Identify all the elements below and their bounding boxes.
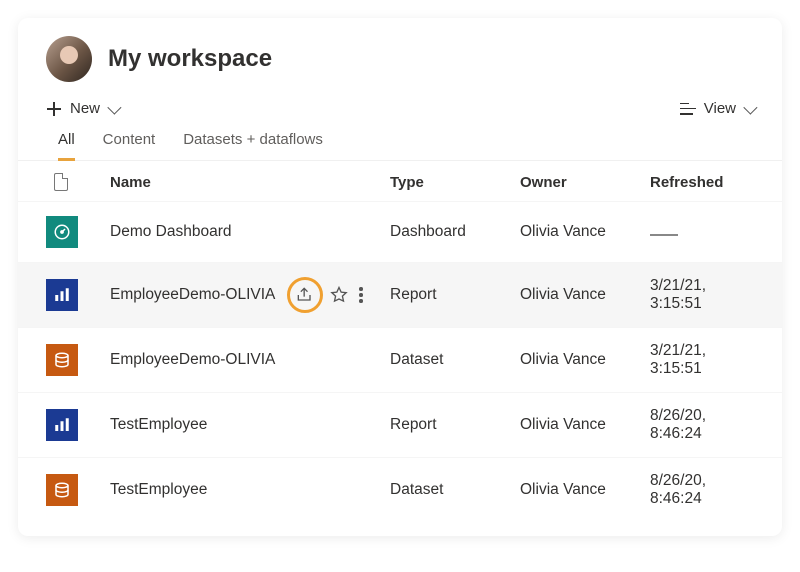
file-icon bbox=[54, 173, 68, 191]
report-icon bbox=[46, 409, 78, 441]
item-type: Dataset bbox=[390, 351, 520, 369]
table-row[interactable]: TestEmployee DatasetOlivia Vance8/26/20, … bbox=[18, 457, 782, 522]
item-owner: Olivia Vance bbox=[520, 351, 650, 369]
chevron-down-icon bbox=[743, 100, 757, 114]
tab-content[interactable]: Content bbox=[103, 131, 156, 160]
item-name[interactable]: EmployeeDemo-OLIVIA bbox=[110, 351, 275, 369]
item-refreshed: 3/21/21, 3:15:51 bbox=[650, 277, 754, 313]
table-row[interactable]: EmployeeDemo-OLIVIA ReportOlivia Vance3/2… bbox=[18, 262, 782, 327]
item-owner: Olivia Vance bbox=[520, 223, 650, 241]
item-type: Report bbox=[390, 416, 520, 434]
item-owner: Olivia Vance bbox=[520, 481, 650, 499]
table-row[interactable]: Demo Dashboard DashboardOlivia Vance bbox=[18, 201, 782, 262]
col-name[interactable]: Name bbox=[110, 174, 390, 191]
item-owner: Olivia Vance bbox=[520, 416, 650, 434]
report-icon bbox=[46, 279, 78, 311]
dataset-icon bbox=[46, 474, 78, 506]
item-type: Report bbox=[390, 286, 520, 304]
table-row[interactable]: EmployeeDemo-OLIVIA DatasetOlivia Vance3/… bbox=[18, 327, 782, 392]
share-button[interactable] bbox=[287, 277, 323, 313]
item-name[interactable]: TestEmployee bbox=[110, 481, 207, 499]
new-button[interactable]: New bbox=[46, 100, 118, 117]
view-button-label: View bbox=[704, 100, 736, 117]
item-type: Dashboard bbox=[390, 223, 520, 241]
new-button-label: New bbox=[70, 100, 100, 117]
dataset-icon bbox=[46, 344, 78, 376]
item-refreshed: 8/26/20, 8:46:24 bbox=[650, 407, 754, 443]
chevron-down-icon bbox=[107, 100, 121, 114]
item-refreshed bbox=[650, 223, 754, 241]
table-row[interactable]: TestEmployee ReportOlivia Vance8/26/20, 8… bbox=[18, 392, 782, 457]
favorite-button[interactable] bbox=[329, 285, 349, 305]
page-title: My workspace bbox=[108, 45, 272, 73]
item-name[interactable]: EmployeeDemo-OLIVIA bbox=[110, 286, 275, 304]
avatar[interactable] bbox=[46, 36, 92, 82]
tabs: All Content Datasets + dataflows bbox=[18, 117, 782, 161]
item-refreshed: 3/21/21, 3:15:51 bbox=[650, 342, 754, 378]
col-owner[interactable]: Owner bbox=[520, 174, 650, 191]
view-icon bbox=[680, 103, 696, 115]
col-refreshed[interactable]: Refreshed bbox=[650, 174, 754, 191]
table-header: Name Type Owner Refreshed bbox=[18, 161, 782, 201]
item-name[interactable]: TestEmployee bbox=[110, 416, 207, 434]
dashboard-icon bbox=[46, 216, 78, 248]
item-owner: Olivia Vance bbox=[520, 286, 650, 304]
more-options-button[interactable] bbox=[355, 283, 367, 307]
tab-datasets-dataflows[interactable]: Datasets + dataflows bbox=[183, 131, 323, 160]
view-button[interactable]: View bbox=[680, 100, 754, 117]
item-name[interactable]: Demo Dashboard bbox=[110, 223, 231, 241]
item-type: Dataset bbox=[390, 481, 520, 499]
tab-all[interactable]: All bbox=[58, 131, 75, 161]
col-type[interactable]: Type bbox=[390, 174, 520, 191]
item-refreshed: 8/26/20, 8:46:24 bbox=[650, 472, 754, 508]
plus-icon bbox=[46, 101, 62, 117]
